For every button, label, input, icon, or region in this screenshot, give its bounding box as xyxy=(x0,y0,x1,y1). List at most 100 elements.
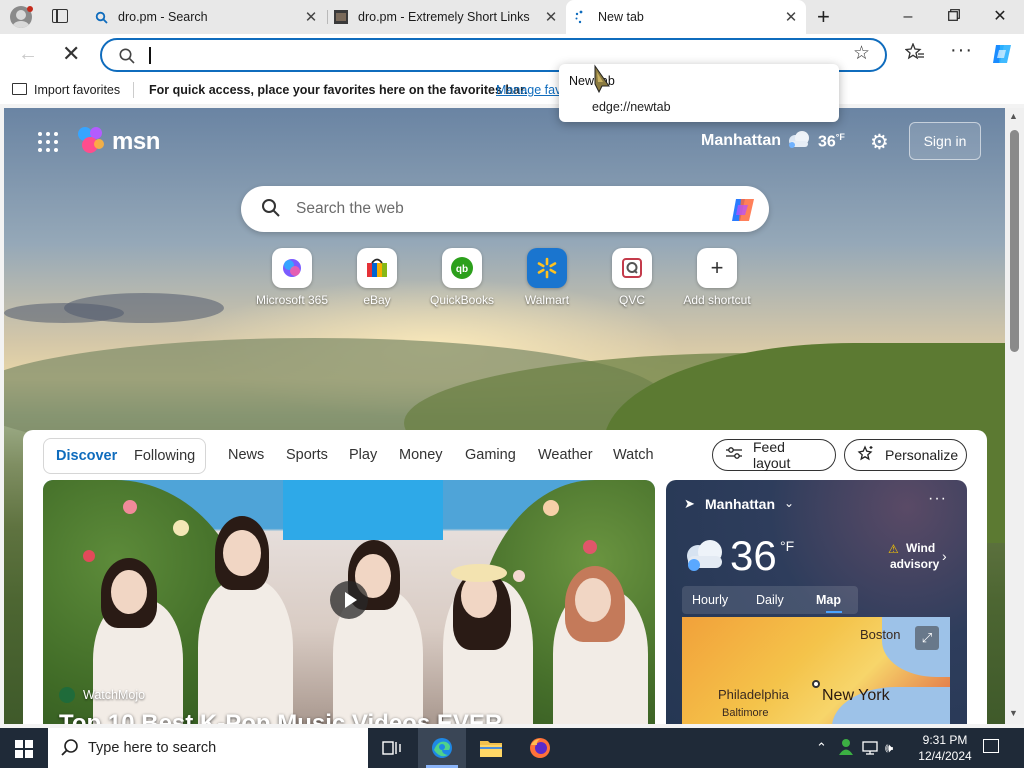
firefox-icon[interactable] xyxy=(516,728,564,768)
settings-more-icon[interactable]: ··· xyxy=(950,39,973,62)
feed-layout-button[interactable]: Feed layout xyxy=(712,439,836,471)
scrollbar-thumb[interactable] xyxy=(1010,130,1019,352)
tab-discover[interactable]: Discover xyxy=(56,448,117,464)
nav-news[interactable]: News xyxy=(228,447,264,463)
play-video-icon[interactable] xyxy=(330,581,368,619)
web-search-box[interactable]: Search the web xyxy=(241,186,769,232)
nav-watch[interactable]: Watch xyxy=(613,447,654,463)
hero-person-face xyxy=(575,578,611,622)
sign-in-button[interactable]: Sign in xyxy=(909,122,981,160)
hero-video-card[interactable]: WatchMojo Top 10 Best K-Pop Music Videos… xyxy=(43,480,655,724)
tab-following[interactable]: Following xyxy=(134,448,195,464)
article-source[interactable]: WatchMojo xyxy=(83,688,145,702)
stop-loading-icon[interactable]: ✕ xyxy=(62,41,80,67)
personalize-label: Personalize xyxy=(885,447,959,463)
search-placeholder[interactable]: Search the web xyxy=(296,200,404,218)
shortcut-quickbooks[interactable]: qb QuickBooks xyxy=(420,248,504,307)
weather-tab-daily[interactable]: Daily xyxy=(756,593,784,607)
weather-location[interactable]: Manhattan xyxy=(705,496,775,512)
nav-play[interactable]: Play xyxy=(349,447,377,463)
msn-logo-text[interactable]: msn xyxy=(112,128,160,156)
more-options-icon[interactable]: ··· xyxy=(928,490,947,508)
volume-icon[interactable]: 🕪 xyxy=(885,740,893,756)
notifications-icon[interactable] xyxy=(983,739,999,753)
tab-strip: dro.pm - Search ✕ dro.pm - Extremely Sho… xyxy=(0,0,1024,34)
back-arrow-icon[interactable]: ← xyxy=(18,43,38,66)
app-launcher-icon[interactable] xyxy=(38,132,58,152)
hero-person xyxy=(198,580,293,724)
alert-line-1: Wind xyxy=(906,541,936,555)
weather-tab-map[interactable]: Map xyxy=(816,593,841,607)
shortcut-qvc[interactable]: QVC xyxy=(590,248,674,307)
close-window-icon[interactable]: ✕ xyxy=(990,7,1010,27)
header-temperature[interactable]: 36°F xyxy=(818,132,845,151)
msn-logo-icon[interactable] xyxy=(76,124,108,156)
shortcut-label: QVC xyxy=(618,293,645,307)
scroll-up-arrow-icon[interactable]: ▲ xyxy=(1009,111,1018,121)
plus-icon: + xyxy=(697,248,737,288)
show-hidden-icons-chevron-icon[interactable]: ⌃ xyxy=(816,740,827,756)
map-label-new-york: New York xyxy=(822,687,890,704)
expand-map-icon[interactable]: ⤢ xyxy=(915,626,939,650)
nav-sports[interactable]: Sports xyxy=(286,447,328,463)
file-explorer-icon[interactable] xyxy=(467,728,515,768)
site-favicon-icon xyxy=(334,10,348,24)
edge-taskbar-icon[interactable] xyxy=(418,728,466,768)
nav-money[interactable]: Money xyxy=(399,447,443,463)
qvc-icon xyxy=(612,248,652,288)
system-clock[interactable]: 9:31 PM 12/4/2024 xyxy=(905,732,985,764)
page-scrollbar[interactable]: ▲ ▼ xyxy=(1005,108,1024,724)
page-settings-gear-icon[interactable]: ⚙ xyxy=(870,130,889,155)
chevron-down-icon[interactable]: ⌄ xyxy=(784,496,794,510)
walmart-icon xyxy=(527,248,567,288)
personalize-button[interactable]: Personalize xyxy=(844,439,967,471)
nav-gaming[interactable]: Gaming xyxy=(465,447,516,463)
sparkle-icon xyxy=(857,445,875,465)
user-network-icon[interactable] xyxy=(838,738,854,759)
shortcut-microsoft365[interactable]: Microsoft 365 xyxy=(250,248,334,307)
restore-icon[interactable] xyxy=(944,7,964,27)
tab-dro-search[interactable]: dro.pm - Search ✕ xyxy=(86,4,326,30)
weather-alert[interactable]: Wind advisory xyxy=(890,540,939,572)
close-tab-icon[interactable]: ✕ xyxy=(304,8,318,26)
close-tab-icon[interactable]: ✕ xyxy=(784,8,798,26)
shortcut-ebay[interactable]: eBay xyxy=(335,248,419,307)
microsoft365-icon xyxy=(272,248,312,288)
clock-date: 12/4/2024 xyxy=(918,749,972,763)
copilot-icon[interactable] xyxy=(728,195,758,225)
article-headline[interactable]: Top 10 Best K-Pop Music Videos EVER xyxy=(59,710,502,724)
header-location[interactable]: Manhattan xyxy=(701,132,781,150)
minimize-icon[interactable]: – xyxy=(898,7,918,27)
scroll-down-arrow-icon[interactable]: ▼ xyxy=(1009,708,1018,718)
taskbar-search-box[interactable]: Type here to search xyxy=(48,728,368,768)
network-icon[interactable] xyxy=(862,740,878,759)
new-tab-plus-icon[interactable]: + xyxy=(817,6,830,28)
chevron-right-icon[interactable]: › xyxy=(942,548,947,564)
weather-map[interactable]: Boston Philadelphia New York Baltimore ⤢ xyxy=(682,617,950,724)
weather-card[interactable]: ➤ Manhattan ⌄ ··· 36 °F ⚠ Wind advisory … xyxy=(666,480,967,724)
background-cloud xyxy=(4,303,124,323)
favorites-icon[interactable] xyxy=(904,42,925,66)
copilot-icon[interactable] xyxy=(990,42,1014,66)
header-temp-value: 36 xyxy=(818,133,836,151)
windows-start-icon[interactable] xyxy=(15,740,33,758)
shortcut-walmart[interactable]: Walmart xyxy=(505,248,589,307)
task-view-icon[interactable] xyxy=(368,728,416,768)
weather-tab-hourly[interactable]: Hourly xyxy=(692,593,728,607)
add-favorite-star-icon[interactable]: ☆ xyxy=(853,42,870,65)
taskbar-search-placeholder[interactable]: Type here to search xyxy=(88,740,216,756)
tab-dro-links[interactable]: dro.pm - Extremely Short Links ✕ xyxy=(326,4,566,30)
add-shortcut-button[interactable]: + Add shortcut xyxy=(675,248,759,307)
nav-weather[interactable]: Weather xyxy=(538,447,593,463)
import-favorites-button[interactable]: Import favorites xyxy=(34,83,120,97)
feed-mode-switch: Discover Following xyxy=(43,438,206,474)
import-favorites-icon[interactable] xyxy=(12,83,27,95)
tab-title: dro.pm - Search xyxy=(118,10,208,24)
tab-new-tab[interactable]: New tab ✕ xyxy=(566,0,806,34)
suggestion-url[interactable]: edge://newtab xyxy=(592,100,671,114)
favbar-separator xyxy=(133,82,134,98)
svg-text:qb: qb xyxy=(456,264,468,275)
close-tab-icon[interactable]: ✕ xyxy=(544,8,558,26)
weather-temperature: 36 xyxy=(730,532,777,579)
tab-actions-menu-icon[interactable] xyxy=(52,9,68,23)
